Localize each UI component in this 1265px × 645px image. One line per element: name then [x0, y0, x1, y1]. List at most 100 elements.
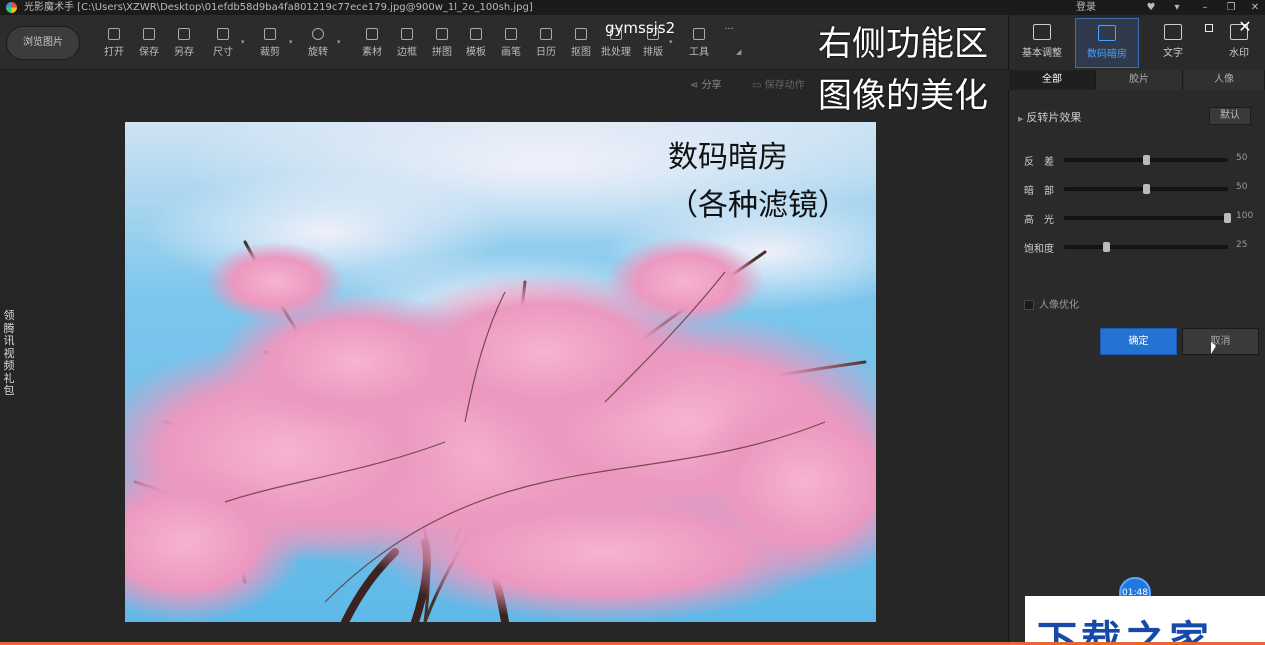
text-icon	[1164, 24, 1182, 40]
tab-label: 水印	[1229, 48, 1249, 59]
darkroom-icon	[1098, 25, 1116, 41]
subtab-2[interactable]: 人像	[1184, 70, 1265, 90]
close-icon[interactable]: ✕	[1244, 0, 1265, 15]
promo-side-text[interactable]: 领 腾 讯 视 频 礼 包	[2, 309, 16, 398]
tool-open-button[interactable]: 打开	[97, 25, 131, 65]
share-label: 分享	[701, 80, 722, 91]
default-button[interactable]: 默认	[1209, 107, 1251, 125]
subtab-1[interactable]: 胶片	[1096, 70, 1183, 90]
expand-toolbar-icon[interactable]: ◢	[736, 48, 744, 56]
slider-track[interactable]	[1064, 242, 1228, 252]
slider-handle[interactable]	[1143, 184, 1150, 194]
mouse-cursor-icon	[1211, 342, 1216, 354]
portrait-optimize-checkbox[interactable]: 人像优化	[1024, 296, 1079, 311]
tool-crop-button[interactable]: 裁剪	[253, 25, 287, 65]
restore-icon[interactable]: ❐	[1220, 0, 1242, 15]
slider-row: 暗 部 50	[1024, 182, 1259, 197]
ad-banner[interactable]: 下载之家	[1025, 596, 1265, 645]
share-icon: ⋖	[690, 80, 702, 91]
dropdown-arrow-icon[interactable]: ▾	[241, 38, 249, 46]
more-icon: ···	[724, 24, 734, 35]
dropdown-arrow-icon[interactable]: ▾	[669, 38, 677, 46]
tool-material-button[interactable]: 素材	[355, 25, 389, 65]
tool-template-button[interactable]: 模板	[459, 25, 493, 65]
slider-value: 25	[1236, 240, 1248, 250]
title-bar: 光影魔术手 [C:\Users\XZWR\Desktop\01efdb58d9b…	[0, 0, 1265, 15]
expand-arrow-icon: ▶	[1018, 115, 1024, 123]
tab-label: 文字	[1163, 48, 1183, 59]
tool-save-as-button[interactable]: 另存	[167, 25, 201, 65]
slider-handle[interactable]	[1143, 155, 1150, 165]
basic-adjust-icon	[1033, 24, 1051, 40]
calendar-icon	[540, 28, 552, 40]
minimize-icon[interactable]: –	[1194, 0, 1216, 15]
save-action-label: 保存动作	[764, 80, 805, 91]
confirm-button[interactable]: 确定	[1100, 328, 1177, 355]
window-title: 光影魔术手 [C:\Users\XZWR\Desktop\01efdb58d9b…	[24, 2, 533, 13]
slider-label: 高 光	[1024, 215, 1054, 226]
browse-images-button[interactable]: 浏览图片	[6, 26, 80, 60]
slider-track[interactable]	[1064, 155, 1228, 165]
tool-tools-button[interactable]: 工具	[682, 25, 716, 65]
tool-label: 排版	[643, 47, 663, 58]
save-action-icon: ▭	[752, 80, 765, 91]
dropdown-arrow-icon[interactable]: ▾	[289, 38, 297, 46]
slider-track[interactable]	[1064, 213, 1231, 223]
slider-row: 饱和度 25	[1024, 240, 1259, 255]
slider-track[interactable]	[1064, 184, 1228, 194]
tool-collage-button[interactable]: 拼图	[425, 25, 459, 65]
overlay-title-line1: 右侧功能区	[818, 24, 988, 64]
overlay-title-line2: 图像的美化	[818, 76, 988, 116]
slider-label: 暗 部	[1024, 186, 1054, 197]
tool-label: 工具	[689, 47, 709, 58]
panel-close-icon[interactable]: ✕	[1236, 18, 1254, 36]
slider-handle[interactable]	[1102, 242, 1110, 252]
user-name: gymssjs2	[605, 19, 676, 37]
checkbox-icon[interactable]	[1024, 300, 1034, 310]
tool-label: 日历	[536, 47, 556, 58]
ad-text: 下载之家	[1037, 618, 1213, 645]
cancel-button[interactable]: 取消	[1182, 328, 1259, 355]
slider-row: 反 差 50	[1024, 153, 1259, 168]
open-icon	[108, 28, 120, 40]
maximize-icon[interactable]: ▫	[1200, 18, 1218, 36]
share-button[interactable]: ⋖ 分享	[690, 76, 722, 91]
tool-save-button[interactable]: 保存	[132, 25, 166, 65]
tool-cutout-button[interactable]: 抠图	[564, 25, 598, 65]
effect-section-header[interactable]: ▶ 反转片效果	[1018, 109, 1081, 125]
app-logo-icon	[6, 2, 17, 13]
tool-label: 拼图	[432, 47, 452, 58]
tool-label: 模板	[466, 47, 486, 58]
tab-basic-adjust[interactable]: 基本调整	[1010, 18, 1074, 68]
login-link[interactable]: 登录	[1076, 0, 1096, 15]
tool-rotate-button[interactable]: 旋转	[301, 25, 335, 65]
crop-icon	[264, 28, 276, 40]
more-button[interactable]: ···	[716, 24, 742, 64]
slider-handle[interactable]	[1224, 213, 1231, 223]
skin-icon[interactable]: ♥	[1140, 0, 1162, 15]
collage-icon	[436, 28, 448, 40]
slider-value: 100	[1236, 211, 1254, 221]
save-as-icon	[178, 28, 190, 40]
menu-icon[interactable]: ▾	[1166, 0, 1188, 15]
dropdown-arrow-icon[interactable]: ▾	[337, 38, 345, 46]
material-icon	[366, 28, 378, 40]
tab-text[interactable]: 文字	[1141, 18, 1205, 68]
tool-brush-button[interactable]: 画笔	[494, 25, 528, 65]
tool-label: 画笔	[501, 47, 521, 58]
photo-caption-line2: （各种滤镜）	[668, 188, 848, 223]
tool-calendar-button[interactable]: 日历	[529, 25, 563, 65]
tab-darkroom[interactable]: 数码暗房	[1075, 18, 1139, 68]
save-icon	[143, 28, 155, 40]
subtab-0[interactable]: 全部	[1009, 70, 1096, 90]
tool-border-button[interactable]: 边框	[390, 25, 424, 65]
promo-side-label: 领 腾 讯 视 频 礼 包	[3, 309, 15, 397]
save-action-button[interactable]: ▭ 保存动作	[752, 76, 805, 91]
tool-label: 另存	[174, 47, 194, 58]
photo-caption-line1: 数码暗房	[668, 140, 788, 175]
tool-label: 保存	[139, 47, 159, 58]
resize-icon	[217, 28, 229, 40]
portrait-optimize-label: 人像优化	[1039, 300, 1079, 311]
tool-resize-button[interactable]: 尺寸	[206, 25, 240, 65]
tab-label: 数码暗房	[1087, 49, 1127, 60]
